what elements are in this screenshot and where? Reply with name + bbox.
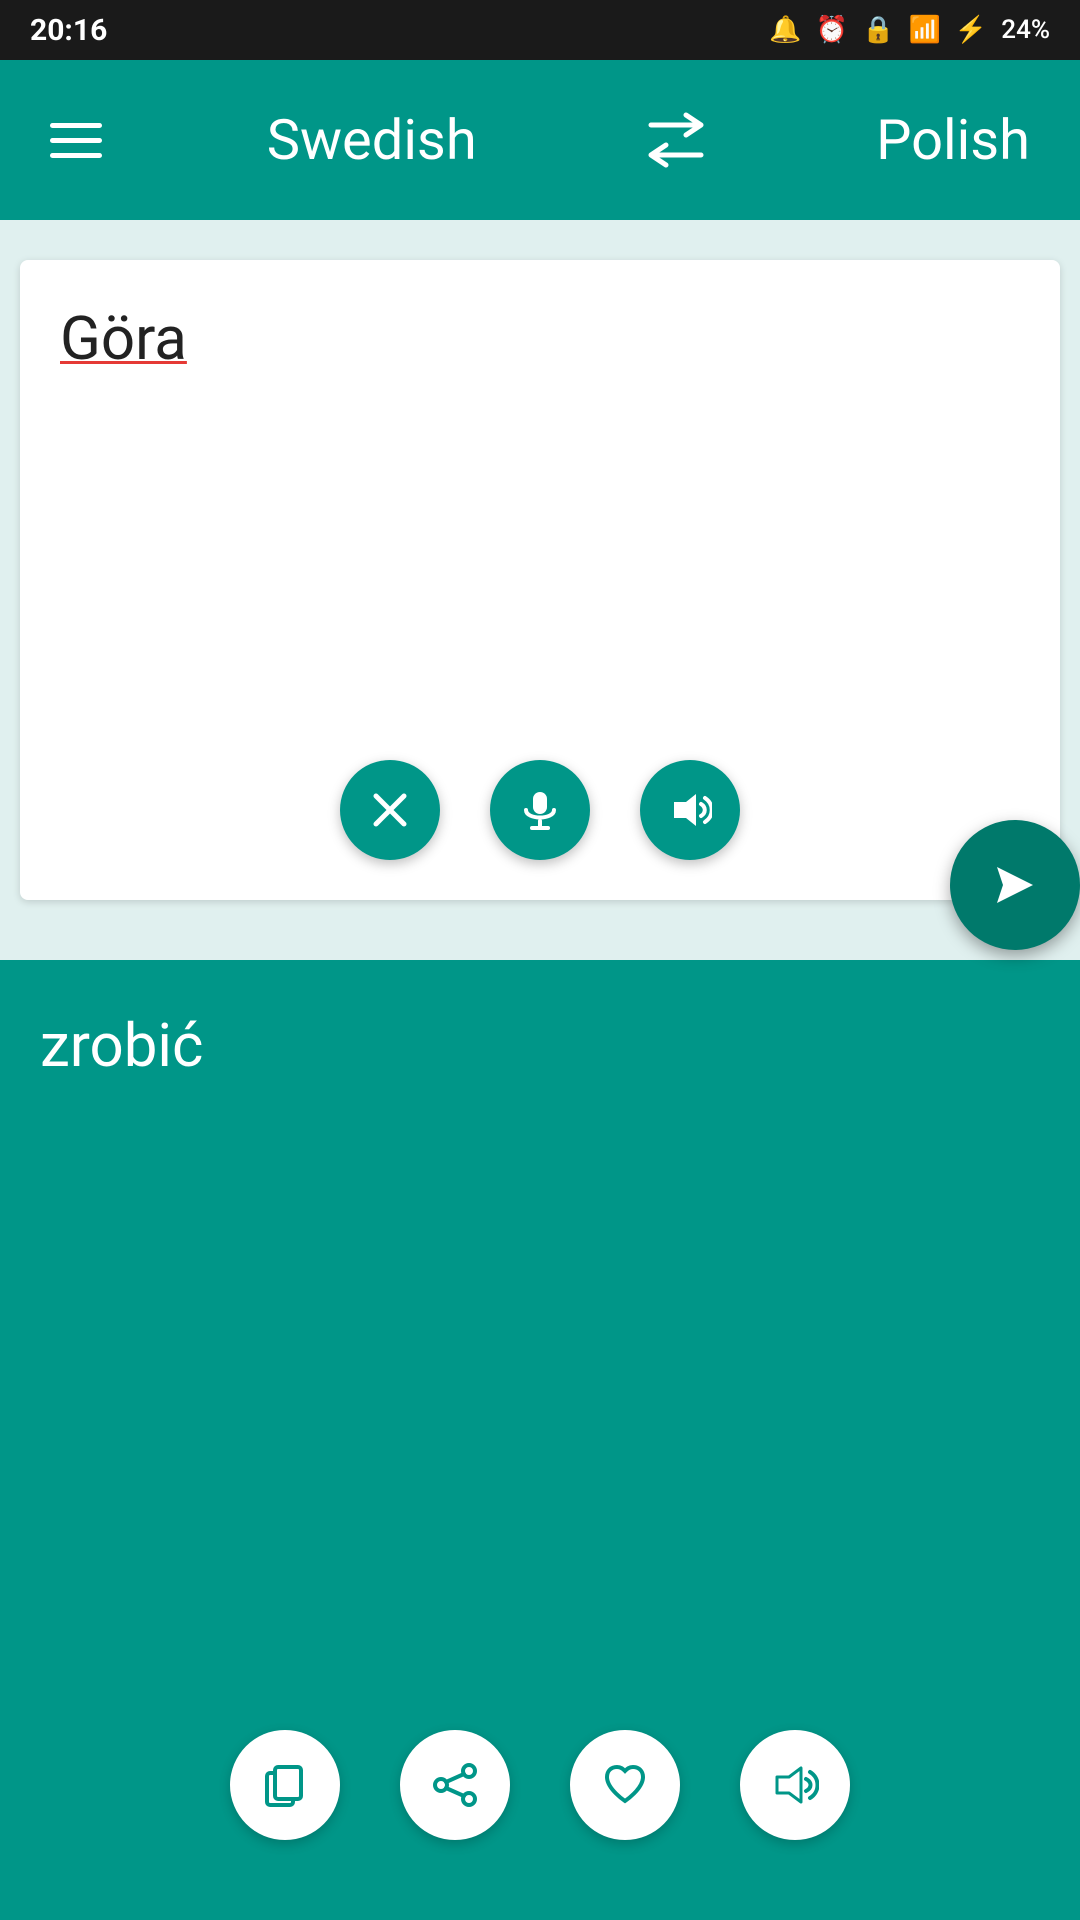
input-actions xyxy=(20,740,1060,900)
target-language[interactable]: Polish xyxy=(876,107,1030,173)
input-text[interactable]: Göra xyxy=(20,260,1060,740)
notification-icon: 🔔 xyxy=(769,15,801,45)
clear-button[interactable] xyxy=(340,760,440,860)
status-icons: 🔔 ⏰ 🔒 📶 ⚡ 24% xyxy=(769,15,1050,45)
toolbar: Swedish Polish xyxy=(0,60,1080,220)
status-bar: 20:16 🔔 ⏰ 🔒 📶 ⚡ 24% xyxy=(0,0,1080,60)
swap-languages-button[interactable] xyxy=(641,110,711,170)
input-panel: Göra xyxy=(20,260,1060,900)
output-text: zrobić xyxy=(40,1010,1040,1730)
main-content: Göra xyxy=(0,220,1080,1920)
input-word: Göra xyxy=(60,303,187,374)
copy-button[interactable] xyxy=(230,1730,340,1840)
share-button[interactable] xyxy=(400,1730,510,1840)
menu-button[interactable] xyxy=(50,123,102,158)
microphone-button[interactable] xyxy=(490,760,590,860)
listen-input-button[interactable] xyxy=(640,760,740,860)
battery-icon: ⚡ xyxy=(955,15,987,45)
favorite-button[interactable] xyxy=(570,1730,680,1840)
listen-output-button[interactable] xyxy=(740,1730,850,1840)
output-actions xyxy=(40,1730,1040,1880)
battery-percent: 24% xyxy=(1001,15,1050,45)
translate-button[interactable] xyxy=(950,820,1080,950)
signal-icon: 📶 xyxy=(909,15,941,45)
lock-icon: 🔒 xyxy=(862,15,894,45)
output-panel: zrobić xyxy=(0,960,1080,1920)
source-language[interactable]: Swedish xyxy=(267,107,477,173)
alarm-icon: ⏰ xyxy=(816,15,848,45)
status-time: 20:16 xyxy=(30,13,107,48)
